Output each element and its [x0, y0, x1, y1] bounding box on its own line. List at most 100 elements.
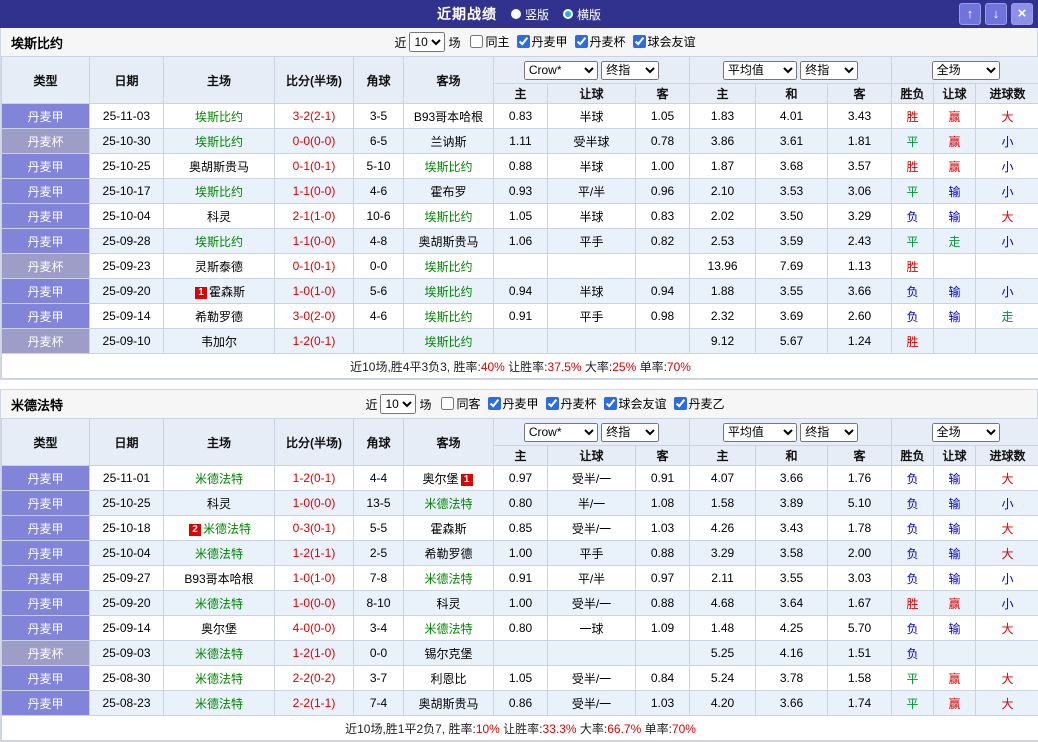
avg-home-odds-cell: 4.26 [690, 516, 756, 541]
team-link[interactable]: 米德法特 [195, 472, 243, 486]
team-link[interactable]: 希勒罗德 [195, 310, 243, 324]
filter-checkbox-input[interactable] [546, 397, 559, 410]
team-link[interactable]: 埃斯比约 [424, 285, 472, 299]
average-select[interactable]: 平均值 [723, 423, 797, 442]
filter-checkbox-input[interactable] [517, 35, 530, 48]
team-link[interactable]: 埃斯比约 [195, 110, 243, 124]
average-time-select[interactable]: 终指 [800, 423, 858, 442]
goals-result-cell [976, 254, 1038, 279]
bookmaker-select[interactable]: Crow* [524, 61, 598, 80]
handicap-home-odds-cell: 1.00 [494, 591, 548, 616]
team-link[interactable]: 埃斯比约 [424, 310, 472, 324]
close-button[interactable]: × [1011, 3, 1033, 25]
col-away: 客场 [404, 419, 494, 466]
col-win-lose: 胜负 [892, 446, 934, 466]
team-link[interactable]: 奥尔堡 [422, 472, 458, 486]
team-link[interactable]: 科灵 [207, 497, 231, 511]
scroll-down-button[interactable]: ↓ [985, 3, 1007, 25]
filter-checkbox[interactable]: 丹麦杯 [546, 395, 597, 412]
scope-select[interactable]: 全场 [932, 423, 1000, 442]
win-lose-result-cell: 平 [892, 691, 934, 716]
team-link[interactable]: 科灵 [436, 597, 460, 611]
team-link[interactable]: 埃斯比约 [195, 135, 243, 149]
league-type-cell: 丹麦杯 [2, 254, 90, 279]
team-link[interactable]: 霍森斯 [430, 522, 466, 536]
layout-radio[interactable]: 竖版 [511, 6, 549, 23]
col-type: 类型 [2, 419, 90, 466]
team-link[interactable]: 埃斯比约 [424, 335, 472, 349]
handicap-result-cell: 输 [934, 179, 976, 204]
team-link[interactable]: 米德法特 [424, 622, 472, 636]
filter-checkbox[interactable]: 球会友谊 [604, 395, 667, 412]
team-link[interactable]: 米德法特 [424, 497, 472, 511]
team-link[interactable]: 埃斯比约 [424, 210, 472, 224]
filter-checkbox[interactable]: 球会友谊 [633, 33, 696, 50]
summary-segment: 37.5% [548, 360, 582, 374]
team-link[interactable]: 埃斯比约 [424, 260, 472, 274]
filter-checkbox[interactable]: 同主 [470, 33, 509, 50]
filter-checkbox[interactable]: 丹麦乙 [674, 395, 725, 412]
average-select[interactable]: 平均值 [723, 61, 797, 80]
win-lose-result-cell: 负 [892, 641, 934, 666]
team-link[interactable]: 韦加尔 [201, 335, 237, 349]
team-link[interactable]: 霍布罗 [430, 185, 466, 199]
handicap-time-select[interactable]: 终指 [601, 423, 659, 442]
team-link[interactable]: 科灵 [207, 210, 231, 224]
home-team-cell: 科灵 [164, 491, 275, 516]
filter-checkbox-input[interactable] [470, 35, 483, 48]
bookmaker-select[interactable]: Crow* [524, 423, 598, 442]
filter-checkbox-input[interactable] [575, 35, 588, 48]
team-link[interactable]: 埃斯比约 [195, 235, 243, 249]
filter-checkbox-input[interactable] [633, 35, 646, 48]
team-link[interactable]: 米德法特 [424, 572, 472, 586]
team-link[interactable]: 埃斯比约 [195, 185, 243, 199]
avg-home-odds-cell: 4.20 [690, 691, 756, 716]
corner-cell: 4-4 [354, 466, 404, 491]
handicap-result-cell: 输 [934, 541, 976, 566]
team-link[interactable]: 米德法特 [195, 547, 243, 561]
handicap-result-cell: 输 [934, 304, 976, 329]
team-link[interactable]: 奥胡斯贵马 [418, 235, 478, 249]
away-team-cell: 埃斯比约 [404, 204, 494, 229]
team-link[interactable]: 灵斯泰德 [195, 260, 243, 274]
filter-bar: 近 10 场 同客丹麦甲丹麦杯球会友谊丹麦乙 [63, 394, 1027, 414]
filter-checkbox-input[interactable] [488, 397, 501, 410]
team-link[interactable]: 霍森斯 [209, 285, 245, 299]
near-label: 近 [365, 396, 377, 413]
filter-checkbox-input[interactable] [441, 397, 454, 410]
team-link[interactable]: 米德法特 [195, 597, 243, 611]
filter-checkbox[interactable]: 丹麦甲 [488, 395, 539, 412]
filter-checkbox[interactable]: 丹麦甲 [517, 33, 568, 50]
team-link[interactable]: 锡尔克堡 [424, 647, 472, 661]
filter-checkbox-input[interactable] [604, 397, 617, 410]
layout-radio[interactable]: 横版 [563, 6, 601, 23]
team-link[interactable]: 兰讷斯 [430, 135, 466, 149]
team-link[interactable]: B93哥本哈根 [414, 110, 483, 124]
away-team-cell: 利恩比 [404, 666, 494, 691]
match-count-select[interactable]: 10 [380, 394, 416, 414]
scope-select[interactable]: 全场 [932, 61, 1000, 80]
handicap-time-select[interactable]: 终指 [601, 61, 659, 80]
team-link[interactable]: 米德法特 [195, 672, 243, 686]
team-link[interactable]: B93哥本哈根 [184, 572, 253, 586]
team-link[interactable]: 希勒罗德 [424, 547, 472, 561]
corner-cell: 0-0 [354, 641, 404, 666]
team-link[interactable]: 利恩比 [430, 672, 466, 686]
handicap-line-cell: 半球 [548, 279, 636, 304]
team-link[interactable]: 奥胡斯贵马 [189, 160, 249, 174]
match-count-select[interactable]: 10 [409, 32, 445, 52]
scroll-up-button[interactable]: ↑ [959, 3, 981, 25]
match-rows: 丹麦甲25-11-03埃斯比约3-2(2-1)3-5B93哥本哈根0.83半球1… [2, 104, 1038, 354]
team-link[interactable]: 埃斯比约 [424, 160, 472, 174]
summary-segment: 近10场,胜1平2负7, 胜率: [345, 722, 476, 736]
team-link[interactable]: 米德法特 [195, 647, 243, 661]
team-link[interactable]: 奥尔堡 [201, 622, 237, 636]
league-type-cell: 丹麦甲 [2, 154, 90, 179]
team-link[interactable]: 米德法特 [203, 522, 251, 536]
team-link[interactable]: 米德法特 [195, 697, 243, 711]
average-time-select[interactable]: 终指 [800, 61, 858, 80]
filter-checkbox[interactable]: 同客 [441, 395, 480, 412]
team-link[interactable]: 奥胡斯贵马 [418, 697, 478, 711]
filter-checkbox-input[interactable] [674, 397, 687, 410]
filter-checkbox[interactable]: 丹麦杯 [575, 33, 626, 50]
